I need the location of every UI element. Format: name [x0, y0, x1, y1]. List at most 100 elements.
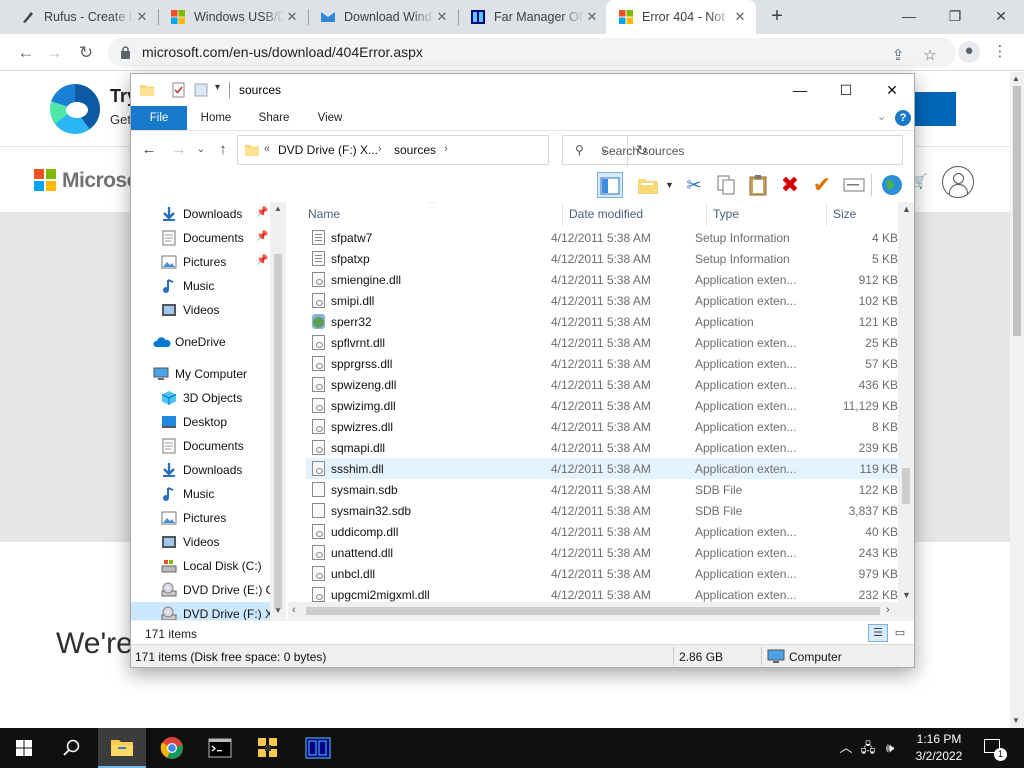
taskbar-command-prompt[interactable]: [196, 728, 244, 768]
scroll-up-icon[interactable]: ▲: [902, 204, 911, 214]
search-button[interactable]: [48, 728, 96, 768]
new-tab-button[interactable]: +: [766, 6, 788, 28]
account-avatar-icon[interactable]: [942, 166, 974, 198]
column-divider[interactable]: [706, 202, 707, 226]
sidebar-item-videos[interactable]: Videos: [131, 530, 286, 554]
sidebar-item-videos[interactable]: Videos: [131, 298, 286, 322]
forward-arrow-icon[interactable]: →: [169, 140, 189, 160]
scroll-right-icon[interactable]: ›: [886, 604, 890, 616]
sidebar-item-music[interactable]: Music: [131, 482, 286, 506]
properties-icon[interactable]: [171, 82, 187, 98]
preview-pane-button[interactable]: [597, 172, 623, 198]
table-row[interactable]: spwizimg.dll 4/12/2011 5:38 AM Application…: [306, 395, 898, 416]
sidebar-item-my-computer[interactable]: My Computer: [131, 362, 286, 386]
restore-button[interactable]: ❐: [932, 0, 978, 34]
scroll-left-icon[interactable]: ‹: [292, 604, 296, 616]
bookmark-star-icon[interactable]: ☆: [920, 46, 940, 66]
minimize-button[interactable]: —: [886, 0, 932, 34]
column-date-modified[interactable]: Date modified: [569, 207, 643, 221]
scroll-thumb[interactable]: [274, 254, 282, 609]
sidebar-item-documents[interactable]: Documents: [131, 434, 286, 458]
overflow-chevron-icon[interactable]: «: [264, 143, 270, 155]
menu-dots-icon[interactable]: ⋮: [990, 42, 1010, 62]
browser-tab-far-manager[interactable]: Far Manager Of ✕: [458, 0, 608, 34]
scroll-down-icon[interactable]: ▼: [1012, 716, 1020, 725]
breadcrumb-separator-icon[interactable]: ›: [444, 143, 448, 155]
back-arrow-icon[interactable]: ←: [14, 41, 38, 65]
sidebar-item-dvd-drive-f-x[interactable]: DVD Drive (F:) X: [131, 602, 286, 620]
apply-button[interactable]: ✔: [809, 172, 835, 198]
forward-arrow-icon[interactable]: →: [42, 41, 66, 65]
large-icons-view-button[interactable]: ▭: [890, 624, 910, 642]
scroll-thumb[interactable]: [902, 468, 910, 504]
notification-center-button[interactable]: 1: [980, 728, 1007, 768]
rename-button[interactable]: [841, 172, 867, 198]
close-icon[interactable]: ✕: [134, 9, 150, 25]
sidebar-item-music[interactable]: Music: [131, 274, 286, 298]
up-arrow-icon[interactable]: ↑: [213, 140, 233, 160]
sidebar-item-desktop[interactable]: Desktop: [131, 410, 286, 434]
dropdown-arrow-icon[interactable]: ▼: [665, 180, 674, 190]
sidebar-item-onedrive[interactable]: OneDrive: [131, 330, 286, 354]
close-icon[interactable]: ✕: [284, 9, 300, 25]
table-row[interactable]: sperr32 4/12/2011 5:38 AM Application 121 K…: [306, 311, 898, 332]
table-row[interactable]: sfpatw7 4/12/2011 5:38 AM Setup Informatio…: [306, 227, 898, 248]
scroll-up-icon[interactable]: ▲: [1012, 74, 1020, 83]
browser-tab-rufus[interactable]: Rufus - Create b ✕: [8, 0, 159, 34]
cut-button[interactable]: ✂: [681, 172, 707, 198]
scroll-thumb[interactable]: [1013, 86, 1021, 336]
help-icon[interactable]: ?: [895, 110, 911, 126]
column-type[interactable]: Type: [713, 207, 739, 221]
table-row[interactable]: smipi.dll 4/12/2011 5:38 AM Application ex…: [306, 290, 898, 311]
close-icon[interactable]: ✕: [434, 9, 450, 25]
sidebar-item-3d-objects[interactable]: 3D Objects: [131, 386, 286, 410]
tab-share[interactable]: Share: [249, 106, 299, 130]
browser-tab-windows-usb[interactable]: Windows USB/D ✕: [158, 0, 309, 34]
table-row[interactable]: spprgrss.dll 4/12/2011 5:38 AM Application…: [306, 353, 898, 374]
sidebar-item-pictures[interactable]: Pictures: [131, 506, 286, 530]
system-clock[interactable]: 1:16 PM 3/2/2022: [900, 731, 978, 765]
table-row[interactable]: unattend.dll 4/12/2011 5:38 AM Application…: [306, 542, 898, 563]
address-breadcrumb[interactable]: « DVD Drive (F:) X... › sources › ⌄ ↻: [237, 135, 648, 166]
table-row[interactable]: sqmapi.dll 4/12/2011 5:38 AM Application e…: [306, 437, 898, 458]
profile-icon[interactable]: ●: [958, 41, 980, 63]
table-row[interactable]: sysmain32.sdb 4/12/2011 5:38 AM SDB File 3,…: [306, 500, 898, 521]
nav-scrollbar[interactable]: ▲ ▼: [270, 202, 286, 620]
file-list-horizontal-scrollbar[interactable]: ‹ ›: [288, 602, 914, 620]
column-divider[interactable]: [562, 202, 563, 226]
taskbar-chrome[interactable]: [148, 728, 196, 768]
breadcrumb-separator-icon[interactable]: ›: [378, 143, 382, 155]
table-row[interactable]: spflvrnt.dll 4/12/2011 5:38 AM Application…: [306, 332, 898, 353]
sidebar-item-dvd-drive-e-ci[interactable]: DVD Drive (E:) CI: [131, 578, 286, 602]
minimize-button[interactable]: —: [777, 74, 823, 106]
sidebar-item-local-disk-c[interactable]: Local Disk (C:): [131, 554, 286, 578]
scroll-up-icon[interactable]: ▲: [274, 204, 282, 213]
table-row[interactable]: sfpatxp 4/12/2011 5:38 AM Setup Informatio…: [306, 248, 898, 269]
column-name[interactable]: Name: [308, 207, 340, 221]
taskbar-usb-tool[interactable]: [244, 728, 292, 768]
scroll-thumb[interactable]: [306, 607, 880, 615]
network-icon[interactable]: 🖧: [858, 728, 878, 768]
close-window-button[interactable]: ✕: [978, 0, 1024, 34]
recent-locations-chevron-icon[interactable]: ⌄: [191, 140, 211, 160]
reload-icon[interactable]: ↻: [74, 41, 98, 65]
details-view-button[interactable]: ☰: [868, 624, 888, 642]
folder-options-button[interactable]: [635, 172, 661, 198]
copy-button[interactable]: [713, 172, 739, 198]
file-list-vertical-scrollbar[interactable]: ▲ ▼: [898, 202, 914, 602]
back-arrow-icon[interactable]: ←: [139, 140, 159, 160]
network-button[interactable]: [879, 172, 905, 198]
delete-button[interactable]: ✖: [777, 172, 803, 198]
scroll-down-icon[interactable]: ▼: [902, 590, 911, 600]
sidebar-item-downloads[interactable]: Downloads 📌: [131, 202, 286, 226]
sidebar-item-downloads[interactable]: Downloads: [131, 458, 286, 482]
start-button[interactable]: [0, 728, 48, 768]
table-row[interactable]: ssshim.dll 4/12/2011 5:38 AM Application e…: [306, 458, 898, 479]
breadcrumb-dvd-drive[interactable]: DVD Drive (F:) X...: [278, 143, 378, 157]
breadcrumb-sources[interactable]: sources: [394, 143, 436, 157]
table-row[interactable]: spwizeng.dll 4/12/2011 5:38 AM Application…: [306, 374, 898, 395]
search-input[interactable]: ⚲ Search sources: [562, 135, 903, 165]
tab-home[interactable]: Home: [191, 106, 241, 130]
taskbar-far-manager[interactable]: [294, 728, 342, 768]
browser-tab-error-404[interactable]: Error 404 - Not ✕: [606, 0, 756, 34]
